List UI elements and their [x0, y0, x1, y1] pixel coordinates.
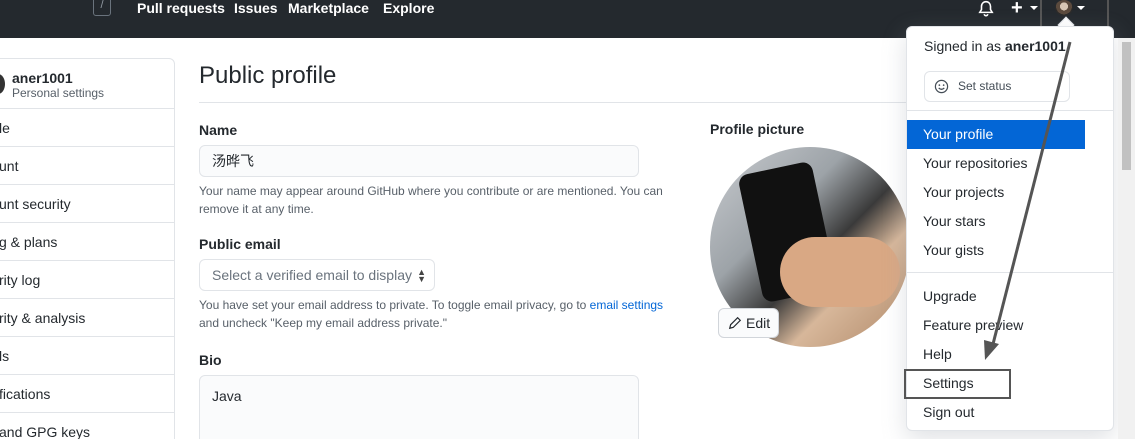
page-scrollbar[interactable]: [1118, 38, 1135, 439]
annotation-arrow: [984, 41, 1072, 360]
page: / Pull requests Issues Marketplace Explo…: [0, 0, 1135, 439]
scrollbar-thumb[interactable]: [1122, 42, 1131, 170]
